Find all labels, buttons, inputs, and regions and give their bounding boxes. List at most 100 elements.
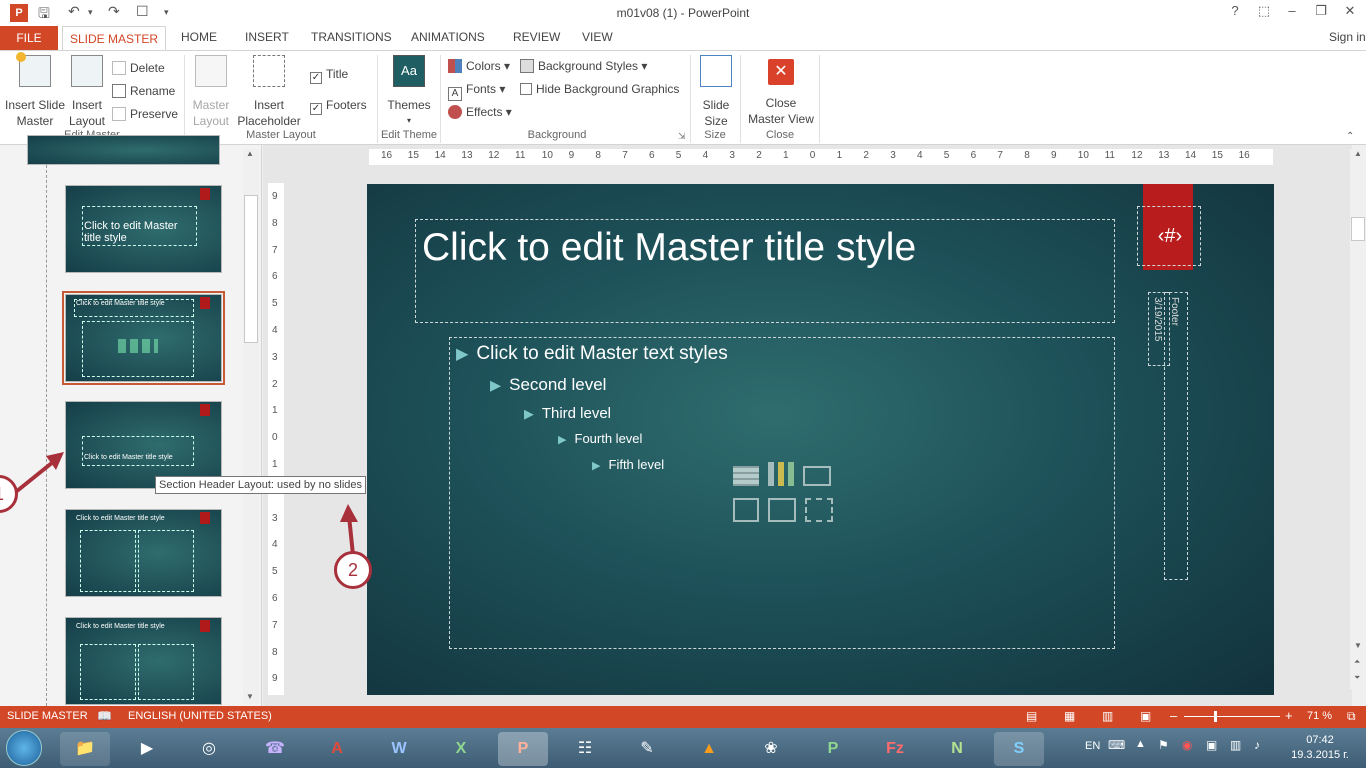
themes-button[interactable]: Aa Themes ▾: [384, 55, 434, 129]
spell-check-icon[interactable]: 📖: [97, 709, 112, 723]
layout-thumbnail-1[interactable]: Click to edit Master title style: [65, 185, 222, 273]
start-button-icon[interactable]: [6, 730, 42, 766]
excel-icon[interactable]: X: [436, 732, 486, 766]
insert-layout-button[interactable]: Insert Layout: [66, 55, 108, 129]
tray-arrow-icon[interactable]: ▲: [1135, 738, 1146, 750]
zoom-in-icon[interactable]: +: [1285, 708, 1293, 723]
scroll-up-icon[interactable]: ▲: [246, 149, 254, 158]
layout-thumbnail-5[interactable]: Click to edit Master title style: [65, 617, 222, 705]
insert-smartart-icon[interactable]: [803, 466, 831, 486]
tab-home[interactable]: HOME: [181, 30, 217, 44]
footer-placeholder[interactable]: Footer: [1164, 292, 1188, 580]
previous-slide-icon[interactable]: ⏶: [1354, 657, 1360, 667]
colors-button[interactable]: Colors ▾: [448, 57, 510, 75]
background-dialog-launcher-icon[interactable]: ⇲: [678, 131, 686, 142]
background-styles-button[interactable]: Background Styles ▾: [520, 57, 647, 75]
fonts-button[interactable]: A Fonts ▾: [448, 80, 505, 101]
network-icon[interactable]: ▥: [1230, 738, 1241, 752]
zoom-level[interactable]: 71 %: [1307, 710, 1332, 722]
scroll-up-icon[interactable]: ▲: [1354, 149, 1362, 158]
volume-icon[interactable]: ♪: [1254, 738, 1260, 752]
ribbon-tabs: FILE SLIDE MASTER HOME INSERT TRANSITION…: [0, 26, 1366, 51]
action-center-flag-icon[interactable]: ⚑: [1158, 738, 1169, 752]
tab-review[interactable]: REVIEW: [513, 30, 560, 44]
device-icon[interactable]: ▣: [1206, 738, 1217, 752]
title-placeholder[interactable]: Click to edit Master title style: [415, 219, 1115, 323]
insert-placeholder-button[interactable]: Insert Placeholder: [233, 55, 305, 129]
keyboard-icon[interactable]: ⌨: [1108, 738, 1125, 752]
vlc-icon[interactable]: ▲: [684, 732, 734, 766]
tab-slide-master[interactable]: SLIDE MASTER: [62, 26, 166, 51]
scroll-thumb[interactable]: [1351, 217, 1365, 241]
antivirus-icon[interactable]: ◉: [1182, 738, 1192, 752]
filezilla-icon[interactable]: Fz: [870, 732, 920, 766]
skype-icon[interactable]: S: [994, 732, 1044, 766]
viber-icon[interactable]: ☎: [250, 732, 300, 766]
acrobat-icon[interactable]: A: [312, 732, 362, 766]
insert-slide-master-button[interactable]: Insert Slide Master: [4, 52, 66, 129]
slide-sorter-icon[interactable]: ▦: [1064, 709, 1075, 723]
insert-picture-icon[interactable]: [733, 498, 759, 522]
paint-icon[interactable]: ❀: [746, 732, 796, 766]
close-icon[interactable]: ✕: [1339, 3, 1361, 19]
tab-insert[interactable]: INSERT: [245, 30, 289, 44]
title-checkbox[interactable]: ✓ Title: [310, 65, 348, 84]
insert-table-icon[interactable]: [733, 466, 759, 486]
insert-online-picture-icon[interactable]: [768, 498, 796, 522]
slide-master-canvas[interactable]: Click to edit Master title style ▶ Click …: [367, 184, 1274, 695]
main-scrollbar[interactable]: ▲ ▼ ⏶ ⏷: [1350, 149, 1366, 689]
restore-icon[interactable]: ❐: [1310, 3, 1332, 19]
master-layout-button[interactable]: Master Layout: [189, 55, 233, 129]
tab-transitions[interactable]: TRANSITIONS: [311, 30, 392, 44]
chrome-icon[interactable]: ◎: [184, 732, 234, 766]
hide-background-graphics-checkbox[interactable]: Hide Background Graphics: [520, 80, 679, 98]
rename-label: Rename: [130, 84, 176, 98]
notes-icon[interactable]: ✎: [622, 732, 672, 766]
language-label[interactable]: ENGLISH (UNITED STATES): [128, 710, 272, 722]
slide-size-button[interactable]: Slide Size: [694, 55, 738, 129]
clock-time[interactable]: 07:42: [1280, 734, 1360, 746]
help-button[interactable]: ?: [1224, 3, 1246, 18]
level-4-label: Fourth level: [574, 431, 643, 446]
effects-button[interactable]: Effects ▾: [448, 103, 512, 121]
explorer-icon[interactable]: 📁: [60, 732, 110, 766]
tab-file[interactable]: FILE: [0, 26, 58, 50]
zoom-slider-thumb[interactable]: [1214, 711, 1217, 722]
clock-date[interactable]: 19.3.2015 г.: [1280, 749, 1360, 761]
zoom-out-icon[interactable]: –: [1170, 708, 1177, 723]
tab-animations[interactable]: ANIMATIONS: [411, 30, 485, 44]
reading-view-icon[interactable]: ▥: [1102, 709, 1113, 723]
fit-slide-icon[interactable]: ⧉: [1347, 709, 1356, 724]
powerpoint-taskbar-icon[interactable]: P: [498, 732, 548, 766]
footers-checkbox[interactable]: ✓ Footers: [310, 96, 367, 115]
close-master-view-button[interactable]: ✕ Close Master View: [744, 55, 818, 127]
master-thumbnail[interactable]: [27, 135, 220, 165]
insert-video-icon[interactable]: [805, 498, 833, 522]
scroll-thumb[interactable]: [244, 195, 258, 343]
language-indicator[interactable]: EN: [1085, 740, 1100, 752]
delete-button[interactable]: Delete: [112, 59, 165, 77]
thumbnail-scrollbar[interactable]: ▲ ▼: [243, 149, 259, 704]
normal-view-icon[interactable]: ▤: [1026, 709, 1037, 723]
slideshow-icon[interactable]: ▣: [1140, 709, 1151, 723]
calculator-icon[interactable]: ☷: [560, 732, 610, 766]
project-icon[interactable]: P: [808, 732, 858, 766]
scroll-down-icon[interactable]: ▼: [1354, 641, 1362, 650]
scroll-down-icon[interactable]: ▼: [246, 692, 254, 701]
minimize-icon[interactable]: –: [1281, 3, 1303, 18]
media-player-icon[interactable]: ▶: [122, 732, 172, 766]
next-slide-icon[interactable]: ⏷: [1354, 673, 1360, 683]
tab-view[interactable]: VIEW: [582, 30, 613, 44]
notepad-plus-icon[interactable]: N: [932, 732, 982, 766]
word-icon[interactable]: W: [374, 732, 424, 766]
rename-button[interactable]: Rename: [112, 82, 175, 100]
layout-thumbnail-2[interactable]: Click to edit Master title style: [62, 291, 225, 385]
slide-number-placeholder[interactable]: ‹#›: [1137, 206, 1201, 266]
collapse-ribbon-icon[interactable]: ⌃: [1346, 131, 1354, 142]
zoom-slider[interactable]: [1184, 716, 1280, 717]
ribbon-display-options-icon[interactable]: ⬚: [1253, 3, 1275, 19]
body-placeholder[interactable]: ▶ Click to edit Master text styles ▶ Secon…: [449, 337, 1115, 649]
insert-chart-icon[interactable]: [768, 462, 794, 486]
sign-in-link[interactable]: Sign in: [1329, 30, 1366, 44]
preserve-button[interactable]: Preserve: [112, 105, 178, 123]
